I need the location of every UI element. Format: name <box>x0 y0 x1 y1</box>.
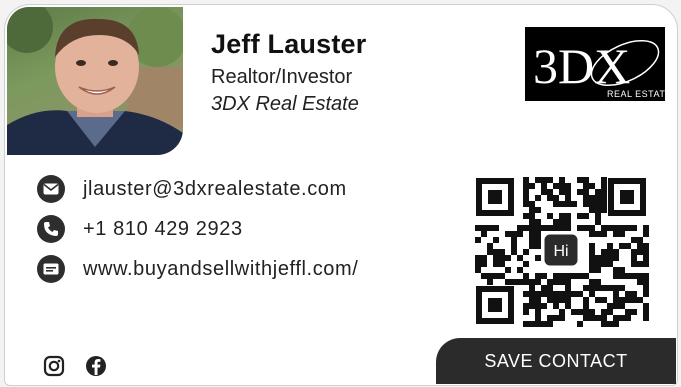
email-link[interactable]: jlauster@3dxrealestate.com <box>83 178 347 201</box>
qr-code[interactable]: Hi <box>473 175 649 327</box>
contact-title: Realtor/Investor <box>211 66 353 88</box>
contact-name: Jeff Lauster <box>211 29 367 59</box>
social-links <box>43 355 107 377</box>
logo-sub-text: REAL ESTATE <box>607 89 665 99</box>
website-link[interactable]: www.buyandsellwithjeffl.com/ <box>83 258 358 281</box>
website-icon <box>37 255 65 283</box>
contact-list: jlauster@3dxrealestate.com +1 810 429 29… <box>37 169 358 289</box>
email-row[interactable]: jlauster@3dxrealestate.com <box>37 169 358 209</box>
phone-link[interactable]: +1 810 429 2923 <box>83 218 243 241</box>
profile-photo <box>7 7 183 155</box>
facebook-icon[interactable] <box>85 355 107 377</box>
logo-main-text: 3DX <box>533 38 630 94</box>
phone-row[interactable]: +1 810 429 2923 <box>37 209 358 249</box>
contact-company: 3DX Real Estate <box>211 93 359 115</box>
website-row[interactable]: www.buyandsellwithjeffl.com/ <box>37 249 358 289</box>
phone-icon <box>37 215 65 243</box>
business-card: Jeff Lauster Realtor/Investor 3DX Real E… <box>4 4 678 386</box>
mail-icon <box>37 175 65 203</box>
instagram-icon[interactable] <box>43 355 65 377</box>
company-logo: 3DX REAL ESTATE <box>525 27 671 101</box>
save-contact-button[interactable]: SAVE CONTACT <box>436 338 676 384</box>
qr-center-label: Hi <box>553 243 568 260</box>
identity-block: Jeff Lauster Realtor/Investor 3DX Real E… <box>211 29 366 116</box>
